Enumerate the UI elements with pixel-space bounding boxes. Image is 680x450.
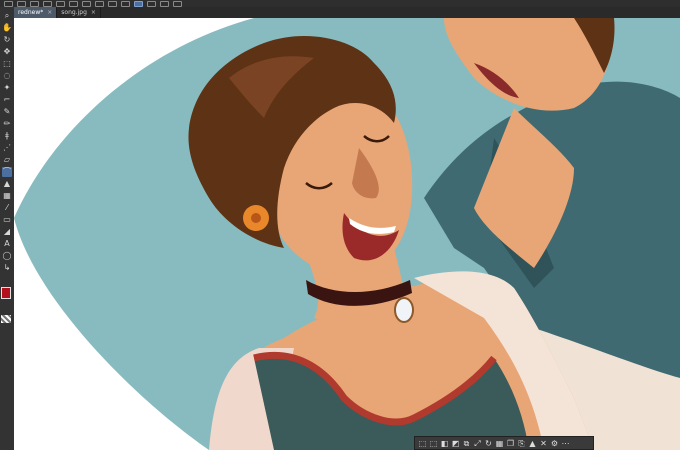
tab-label: rednew* [18,9,44,16]
pendant [394,297,414,323]
select-all-icon[interactable]: ⬚ [418,439,427,448]
copy-icon[interactable]: ❐ [506,439,515,448]
select-rect-icon[interactable]: ⬚ [2,59,12,69]
eyedropper-icon[interactable]: ⌐ [2,95,12,105]
scale-icon[interactable]: ⤢ [473,439,482,448]
clear-icon[interactable]: ✕ [539,439,548,448]
close-icon[interactable]: × [47,9,52,16]
undo-icon[interactable] [43,0,52,7]
floating-command-bar: ⬚ ⬚ ◧ ◩ ⧉ ⤢ ↻ ▦ ❐ ⎘ ▲ ✕ ⚙ ⋯ [414,436,594,450]
blend-icon[interactable]: ⌒ [2,167,12,177]
hand-icon[interactable]: ✋ [2,23,12,33]
transparent-color-swatch[interactable] [1,315,11,323]
artwork [14,18,680,450]
pencil-icon[interactable]: ✏ [2,119,12,129]
paste-icon[interactable]: ⎘ [517,439,526,448]
fill-icon[interactable]: ▲ [528,439,537,448]
paste-icon[interactable] [82,0,91,7]
save-icon[interactable] [30,0,39,7]
active-tool-icon[interactable] [134,0,143,7]
figure-icon[interactable]: ⁄ [2,203,12,213]
tab-label: song.jpg [61,9,87,16]
airbrush-icon[interactable]: ⋰ [2,143,12,153]
transform-icon[interactable] [95,0,104,7]
ruler-icon[interactable] [173,0,182,7]
view-icon[interactable] [147,0,156,7]
transform-icon[interactable]: ◩ [451,439,460,448]
brush-icon[interactable]: ǂ [2,131,12,141]
tab-bar: rednew* × song.jpg × [14,7,680,18]
text-icon[interactable]: A [2,239,12,249]
tab-rednew[interactable]: rednew* × [14,7,58,18]
balloon-icon[interactable]: ◯ [2,251,12,261]
ruler-icon[interactable]: ◢ [2,227,12,237]
select-icon[interactable] [108,0,117,7]
magic-wand-icon[interactable]: ✦ [2,83,12,93]
gradient-icon[interactable]: ▦ [2,191,12,201]
grid-icon[interactable] [160,0,169,7]
eraser-icon[interactable]: ▱ [2,155,12,165]
fill-icon[interactable]: ▲ [2,179,12,189]
crop-icon[interactable]: ⧉ [462,439,471,448]
settings-icon[interactable]: ⚙ [550,439,559,448]
copy-icon[interactable] [69,0,78,7]
deselect-icon[interactable]: ⬚ [429,439,438,448]
tool-palette: ⌕ ✋ ↻ ✥ ⬚ ◌ ✦ ⌐ ✎ ✏ ǂ ⋰ ▱ ⌒ ▲ ▦ ⁄ ▭ ◢ A ◯ ↳ [0,7,14,450]
rotate-icon[interactable]: ↻ [484,439,493,448]
top-toolbar [0,0,680,7]
more-icon[interactable]: ⋯ [561,439,570,448]
foreground-color-swatch[interactable] [1,287,11,299]
grid-icon[interactable]: ▦ [495,439,504,448]
lasso-icon[interactable]: ◌ [2,71,12,81]
frame-icon[interactable]: ▭ [2,215,12,225]
zoom-icon[interactable]: ⌕ [2,11,12,21]
close-icon[interactable]: × [91,9,96,16]
move-icon[interactable]: ✥ [2,47,12,57]
tab-song[interactable]: song.jpg × [57,7,101,18]
redo-icon[interactable] [56,0,65,7]
new-file-icon[interactable] [4,0,13,7]
canvas[interactable] [14,18,680,450]
invert-icon[interactable]: ◧ [440,439,449,448]
correct-line-icon[interactable]: ↳ [2,263,12,273]
lasso-icon[interactable] [121,0,130,7]
rotate-icon[interactable]: ↻ [2,35,12,45]
open-file-icon[interactable] [17,0,26,7]
pen-icon[interactable]: ✎ [2,107,12,117]
